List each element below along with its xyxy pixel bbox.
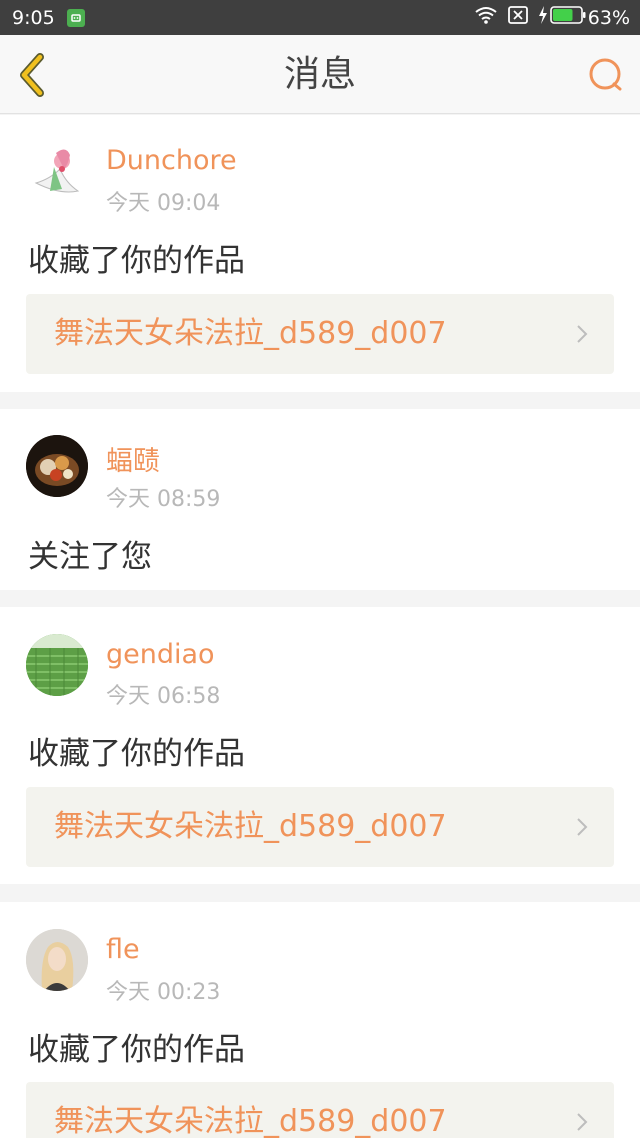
status-bar: 9:05 63% (0, 0, 640, 35)
status-time: 9:05 (12, 6, 55, 29)
message-card: gendiao 今天 06:58 收藏了你的作品 舞法天女朵法拉_d589_d0… (0, 607, 640, 884)
avatar[interactable] (26, 634, 88, 696)
message-card: 蝠赜 今天 08:59 关注了您 (0, 409, 640, 590)
back-button[interactable] (16, 51, 50, 99)
battery-percent: 63% (587, 6, 630, 29)
search-icon (589, 58, 622, 91)
avatar[interactable] (26, 139, 88, 201)
work-title: 舞法天女朵法拉_d589_d007 (54, 1104, 447, 1138)
action-text: 收藏了你的作品 (28, 243, 245, 279)
work-title: 舞法天女朵法拉_d589_d007 (54, 316, 447, 351)
username[interactable]: gendiao (106, 639, 215, 670)
avatar[interactable] (26, 929, 88, 991)
avatar[interactable] (26, 435, 88, 497)
action-text: 收藏了你的作品 (28, 1032, 245, 1068)
back-arrow-icon (20, 53, 44, 97)
action-text: 关注了您 (28, 539, 152, 575)
top-navigation-bar: 消息 (0, 35, 640, 114)
work-link[interactable]: 舞法天女朵法拉_d589_d007 (26, 787, 614, 867)
username[interactable]: Dunchore (106, 145, 237, 176)
timestamp: 今天 06:58 (106, 684, 221, 709)
work-link[interactable]: 舞法天女朵法拉_d589_d007 (26, 294, 614, 374)
status-left: 9:05 (12, 7, 85, 29)
message-card: fle 今天 00:23 收藏了你的作品 舞法天女朵法拉_d589_d007 (0, 902, 640, 1138)
battery-icon (549, 6, 586, 29)
chevron-right-icon (577, 1113, 588, 1131)
action-text: 收藏了你的作品 (28, 736, 245, 772)
no-sim-icon (507, 6, 528, 29)
page-title: 消息 (283, 54, 356, 95)
wifi-icon (474, 5, 498, 30)
username[interactable]: fle (106, 934, 140, 965)
chevron-right-icon (577, 818, 588, 836)
charging-icon (538, 6, 548, 29)
timestamp: 今天 00:23 (106, 980, 221, 1005)
status-right: 63% (474, 5, 630, 30)
battery-indicator: 63% (538, 6, 630, 29)
message-card: Dunchore 今天 09:04 收藏了你的作品 舞法天女朵法拉_d589_d… (0, 115, 640, 392)
work-link[interactable]: 舞法天女朵法拉_d589_d007 (26, 1082, 614, 1138)
username[interactable]: 蝠赜 (106, 439, 160, 478)
timestamp: 今天 09:04 (106, 191, 221, 216)
timestamp: 今天 08:59 (106, 487, 221, 512)
work-title: 舞法天女朵法拉_d589_d007 (54, 809, 447, 844)
search-button[interactable] (586, 55, 626, 95)
app-notification-icon (66, 8, 85, 27)
chevron-right-icon (577, 325, 588, 343)
